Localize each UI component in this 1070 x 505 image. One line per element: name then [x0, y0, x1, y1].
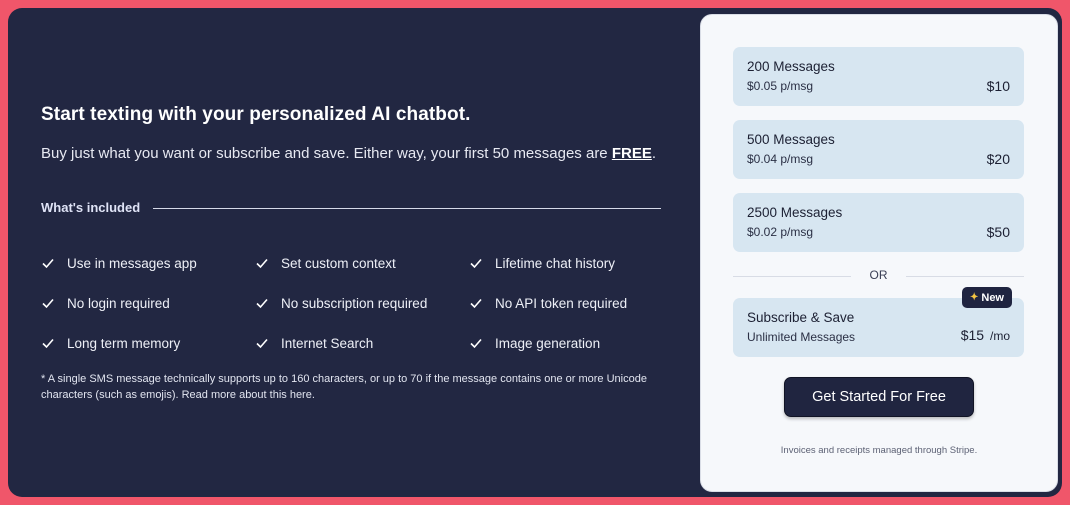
- feature-label: Image generation: [495, 335, 601, 351]
- check-icon: [470, 258, 482, 269]
- plan-rate: $0.05 p/msg: [747, 79, 814, 93]
- subline: Buy just what you want or subscribe and …: [41, 145, 656, 162]
- check-icon: [256, 298, 268, 309]
- feature-label: Internet Search: [281, 335, 374, 351]
- sparkle-icon: ✦: [969, 292, 979, 303]
- plan-price: $15 /mo: [961, 327, 1010, 343]
- feature-label: No login required: [67, 295, 170, 311]
- feature-item: Long term memory: [41, 334, 180, 352]
- feature-label: No subscription required: [281, 295, 428, 311]
- plan-rate: $0.02 p/msg: [747, 225, 814, 239]
- check-icon: [256, 338, 268, 349]
- plan-title: 200 Messages: [747, 59, 835, 74]
- feature-item: No login required: [41, 294, 170, 312]
- check-icon: [42, 298, 54, 309]
- free-link[interactable]: FREE: [612, 145, 652, 162]
- check-icon: [42, 338, 54, 349]
- feature-item: Lifetime chat history: [469, 254, 615, 272]
- plan-option-500[interactable]: 500 Messages $0.04 p/msg $20: [733, 120, 1024, 179]
- included-label: What's included: [41, 200, 141, 215]
- feature-label: No API token required: [495, 295, 628, 311]
- plan-rate: Unlimited Messages: [747, 330, 856, 344]
- stripe-note: Invoices and receipts managed through St…: [780, 445, 978, 456]
- price-unit: /mo: [989, 329, 1010, 343]
- get-started-button[interactable]: Get Started For Free: [784, 377, 974, 417]
- check-icon: [256, 258, 268, 269]
- plan-title: 500 Messages: [747, 132, 835, 147]
- plan-option-200[interactable]: 200 Messages $0.05 p/msg $10: [733, 47, 1024, 106]
- check-icon: [42, 258, 54, 269]
- pricing-panel: 200 Messages $0.05 p/msg $10 500 Message…: [700, 14, 1058, 492]
- feature-item: No API token required: [469, 294, 627, 312]
- feature-label: Set custom context: [281, 255, 396, 271]
- feature-item: No subscription required: [255, 294, 427, 312]
- price-value: $15: [960, 327, 985, 343]
- plan-title: Subscribe & Save: [747, 310, 855, 325]
- feature-label: Use in messages app: [67, 255, 197, 271]
- feature-label: Long term memory: [67, 335, 181, 351]
- new-badge: ✦ New: [961, 287, 1012, 308]
- plan-option-subscription[interactable]: ✦ New Subscribe & Save Unlimited Messages…: [733, 287, 1024, 357]
- plan-option-2500[interactable]: 2500 Messages $0.02 p/msg $50: [733, 193, 1024, 252]
- divider: [153, 208, 661, 209]
- subline-text: Buy just what you want or subscribe and …: [41, 145, 612, 162]
- feature-item: Image generation: [469, 334, 600, 352]
- plan-price: $10: [986, 78, 1010, 94]
- or-label: OR: [869, 268, 888, 282]
- plan-title: 2500 Messages: [747, 205, 843, 220]
- plan-rate: $0.04 p/msg: [747, 152, 814, 166]
- subline-end: .: [651, 145, 657, 162]
- headline: Start texting with your personalized AI …: [41, 104, 471, 125]
- footnote: * A single SMS message technically suppo…: [41, 373, 647, 401]
- plan-price: $20: [986, 151, 1010, 167]
- feature-item: Internet Search: [255, 334, 373, 352]
- check-icon: [470, 338, 482, 349]
- feature-item: Use in messages app: [41, 254, 197, 272]
- included-header: What's included: [41, 200, 661, 218]
- feature-label: Lifetime chat history: [495, 255, 616, 271]
- divider-line: [906, 276, 1024, 277]
- check-icon: [470, 298, 482, 309]
- or-divider: OR: [733, 268, 1024, 284]
- feature-item: Set custom context: [255, 254, 396, 272]
- badge-label: New: [981, 291, 1004, 304]
- plan-price: $50: [986, 224, 1010, 240]
